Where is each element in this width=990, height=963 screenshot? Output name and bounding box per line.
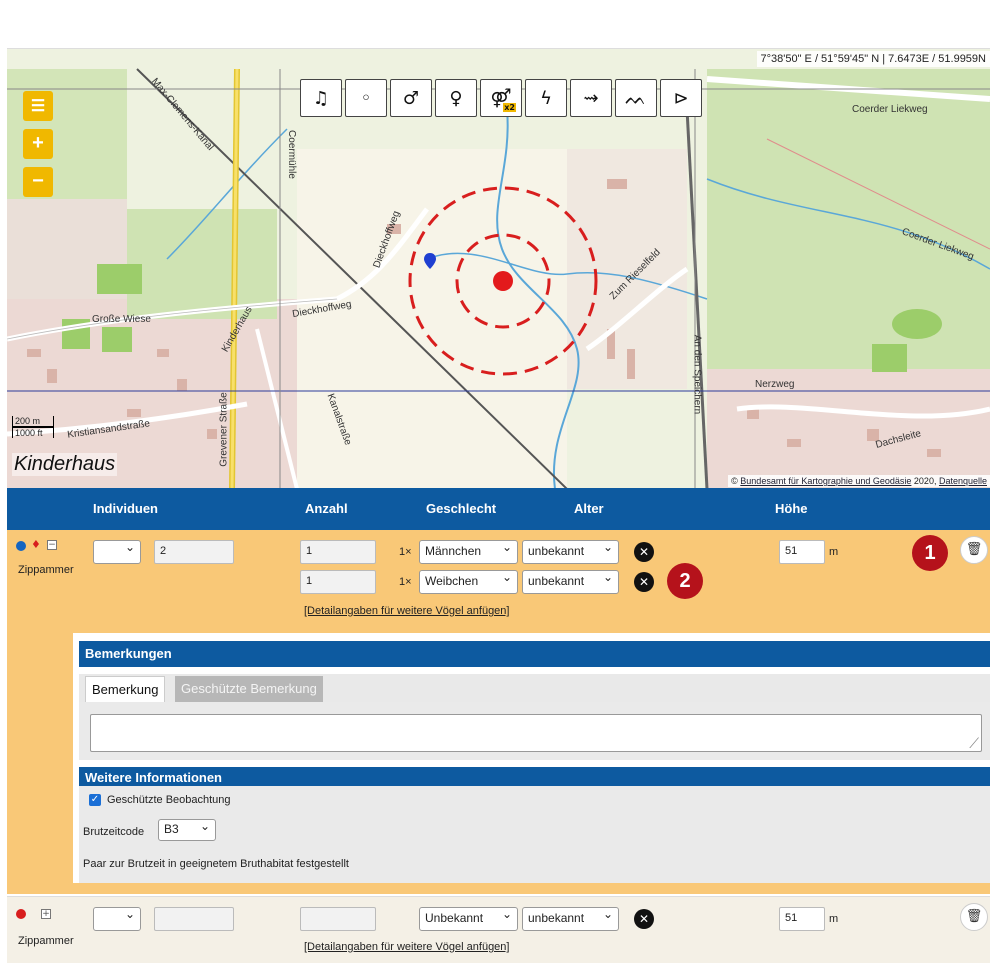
zoom-in-button[interactable]: + [23,129,53,159]
tab-protected-remark[interactable]: Geschützte Bemerkung [175,676,323,702]
layers-icon: ☰ [30,98,46,115]
remarks-textarea[interactable]: ⟋ [90,714,982,752]
breeding-code-label: Brutzeitcode [83,826,145,838]
music-note-icon: ♫ [312,87,330,109]
close-icon: ✕ [638,912,650,926]
count-input[interactable]: 1 [300,570,376,594]
height-unit: m [829,546,839,558]
col-individuals: Individuen [93,501,158,516]
pair-tool-button[interactable]: ⚤ x2 [480,79,522,117]
male-icon: ♂ [402,87,420,109]
col-count: Anzahl [305,501,348,516]
annotation-badge-1: 1 [912,535,948,571]
sex-select[interactable]: Männchen [419,540,518,564]
observation-row: + Zippammer Unbekannt unbekannt ✕ [Detai… [7,896,990,963]
protected-observation-checkbox[interactable]: ✓ [89,794,101,806]
close-icon: ✕ [638,575,650,589]
observation-table-header: Individuen Anzahl Geschlecht Alter Höhe [7,488,990,530]
trash-icon: 🗑 [965,542,983,557]
conflict-tool-button[interactable]: ϟ [525,79,567,117]
lightning-icon: ϟ [540,87,552,109]
map-label: Große Wiese [92,314,151,325]
circle-icon: ◦ [360,87,372,109]
red-dot-icon [16,909,26,919]
bird-group-icon: ᨓ [625,87,647,109]
count-multiplier: 1× [399,576,412,588]
map-coordinates: 7°38'50" E / 51°59'45" N | 7.6473E / 51.… [756,51,990,67]
layers-button[interactable]: ☰ [23,91,53,121]
observation-toolbar: ♫ ◦ ♂ ♀ ⚤ x2 ϟ ⇝ ᨓ ⊳ [300,79,702,117]
breeding-code-description: Paar zur Brutzeit in geeignetem Bruthabi… [83,858,349,870]
col-age: Alter [574,501,604,516]
add-detail-link[interactable]: [Detailangaben für weitere Vögel anfügen… [304,605,509,617]
breeding-code-select[interactable]: B3 [158,819,216,841]
details-panel: Bemerkungen Bemerkung Geschützte Bemerku… [73,633,990,883]
age-select[interactable]: unbekannt [522,907,619,931]
collapse-toggle-icon[interactable]: − [47,540,57,550]
further-info-panel: ✓ Geschützte Beobachtung Brutzeitcode B3… [79,786,990,883]
map-attribution: © Bundesamt für Kartographie und Geodäsi… [728,475,990,487]
remarks-header: Bemerkungen [79,641,990,667]
map-view[interactable]: 7°38'50" E / 51°59'45" N | 7.6473E / 51.… [7,48,990,488]
expand-toggle-icon[interactable]: + [41,909,51,919]
flyover-tool-button[interactable]: ⊳ [660,79,702,117]
flying-bird-icon: ⇝ [583,87,599,109]
blue-dot-icon [16,541,26,551]
height-unit: m [829,913,839,925]
col-sex: Geschlecht [426,501,497,516]
species-label: Zippammer [18,564,74,576]
close-icon: ✕ [638,545,650,559]
sex-select[interactable]: Unbekannt [419,907,518,931]
delete-row-button[interactable]: 🗑 [960,903,988,931]
protected-observation-label: Geschützte Beobachtung [107,794,231,806]
delete-row-button[interactable]: 🗑 [960,536,988,564]
add-detail-link[interactable]: [Detailangaben für weitere Vögel anfügen… [304,941,509,953]
age-select[interactable]: unbekannt [522,570,619,594]
map-label: Coermühle [285,130,297,179]
map-label: Nerzweg [755,379,795,390]
count-input[interactable] [300,907,376,931]
zoom-out-button[interactable]: − [23,167,53,197]
species-label: Zippammer [18,935,74,947]
map-label: Grevener Straße [218,392,230,467]
individuals-input[interactable]: 2 [154,540,234,564]
flying-tool-button[interactable]: ⇝ [570,79,612,117]
female-icon: ♀ [449,87,463,109]
trash-icon: 🗑 [965,909,983,924]
pair-badge: x2 [503,103,516,112]
marker-icon: ♦ [31,538,41,551]
remove-entry-button[interactable]: ✕ [634,909,654,929]
remarks-panel: ⟋ [79,702,990,760]
remove-entry-button[interactable]: ✕ [634,572,654,592]
male-tool-button[interactable]: ♂ [390,79,432,117]
annotation-badge-2: 2 [667,563,703,599]
map-town-label: Kinderhaus [12,453,118,476]
map-label: Coerder Liekweg [852,104,928,115]
age-select[interactable]: unbekannt [522,540,619,564]
height-input[interactable]: 51 [779,907,825,931]
sex-select[interactable]: Weibchen [419,570,518,594]
col-height: Höhe [775,501,808,516]
map-label: An den Speichern [691,334,703,415]
flyover-icon: ⊳ [673,87,689,109]
female-tool-button[interactable]: ♀ [435,79,477,117]
attribution-link-bkg[interactable]: Bundesamt für Kartographie und Geodäsie [740,476,911,486]
count-input[interactable]: 1 [300,540,376,564]
attribution-link-data[interactable]: Datenquelle [939,476,987,486]
individual-tool-button[interactable]: ◦ [345,79,387,117]
count-multiplier: 1× [399,546,412,558]
height-input[interactable]: 51 [779,540,825,564]
individuals-prefix-select[interactable] [93,540,141,564]
remove-entry-button[interactable]: ✕ [634,542,654,562]
tab-remark[interactable]: Bemerkung [85,676,166,702]
resize-handle-icon[interactable]: ⟋ [969,737,979,751]
observation-row: ♦ − Zippammer 2 1 1× Männchen unbekannt … [7,530,990,894]
song-tool-button[interactable]: ♫ [300,79,342,117]
group-tool-button[interactable]: ᨓ [615,79,657,117]
remarks-tabs: Bemerkung Geschützte Bemerkung [79,674,990,702]
map-scale: 200 m 1000 ft [12,416,54,438]
individuals-prefix-select[interactable] [93,907,141,931]
individuals-input[interactable] [154,907,234,931]
